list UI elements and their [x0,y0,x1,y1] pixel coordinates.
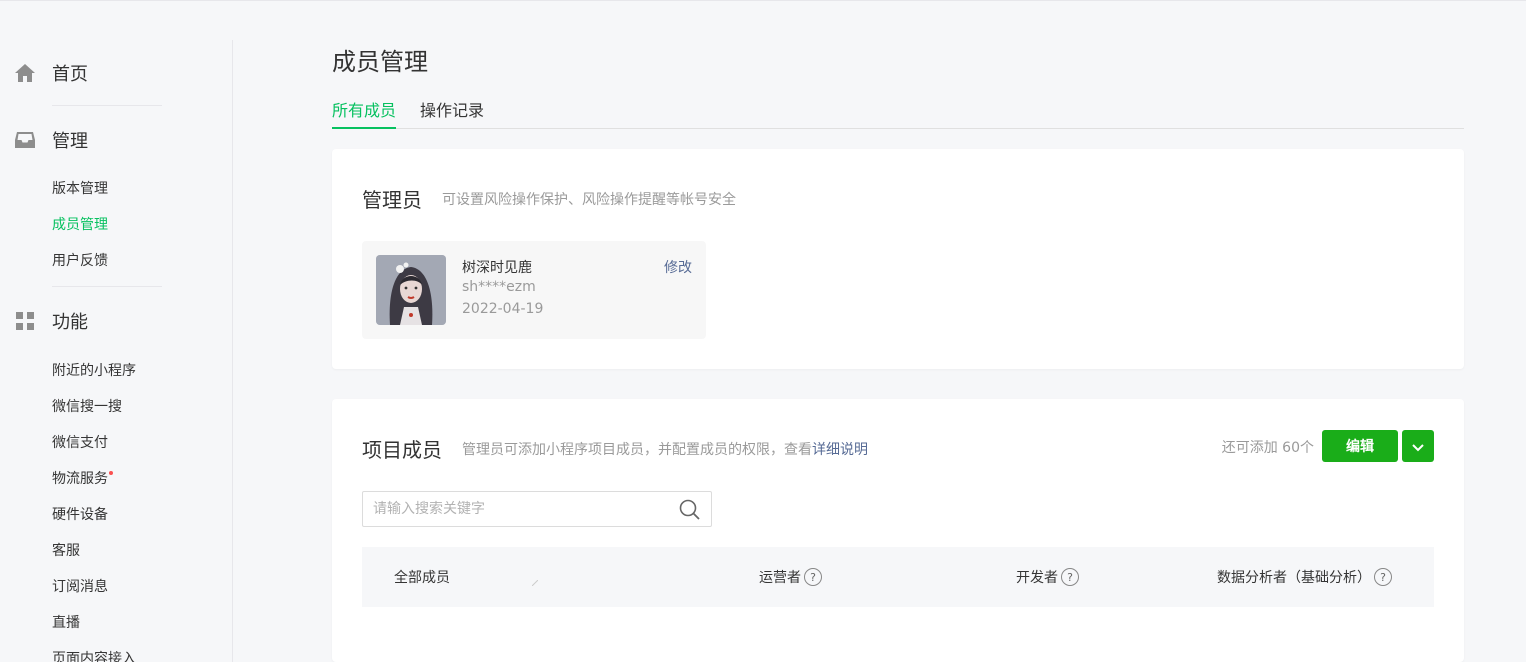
members-desc-text: 管理员可添加小程序项目成员，并配置成员的权限，查看 [462,442,812,458]
column-operator: 运营者 ? [759,567,822,587]
column-all-members[interactable]: 全部成员 [394,567,450,587]
members-section-desc: 管理员可添加小程序项目成员，并配置成员的权限，查看详细说明 [462,439,868,459]
dropdown-button[interactable] [1402,430,1434,462]
sidebar-item-pay[interactable]: 微信支付 [52,433,108,453]
sidebar-item-service[interactable]: 客服 [52,541,80,561]
sidebar-item-version[interactable]: 版本管理 [52,179,108,199]
sidebar-item-logistics[interactable]: 物流服务 [52,469,113,489]
column-label: 数据分析者（基础分析） [1217,570,1371,586]
sidebar-item-live[interactable]: 直播 [52,613,80,633]
remaining-count: 还可添加 60个 [1221,440,1314,456]
members-table-header: 全部成员 运营者 ? 开发者 ? 数据分析者（基础分析） ? [362,547,1434,607]
column-label: 开发者 [1016,570,1058,586]
avatar [376,255,446,325]
details-link[interactable]: 详细说明 [812,442,868,458]
divider [52,286,162,287]
admin-card: 管理员 可设置风险操作保护、风险操作提醒等帐号安全 树深时见鹿 sh****ez… [332,149,1464,369]
help-icon[interactable]: ? [1061,568,1079,586]
column-developer: 开发者 ? [1016,567,1079,587]
sidebar-item-search[interactable]: 微信搜一搜 [52,397,122,417]
sidebar-item-hardware[interactable]: 硬件设备 [52,505,108,525]
page-title: 成员管理 [332,48,428,76]
divider [52,105,162,106]
admin-account: sh****ezm [462,279,536,295]
chevron-down-icon [1412,437,1424,456]
help-icon[interactable]: ? [1374,568,1392,586]
nav-home-label: 首页 [52,64,88,85]
tab-bar: 所有成员 操作记录 [332,100,1464,129]
admin-edit-link[interactable]: 修改 [664,257,692,277]
members-card: 项目成员 管理员可添加小程序项目成员，并配置成员的权限，查看详细说明 还可添加 … [332,399,1464,662]
nav-features[interactable]: 功能 [14,304,88,338]
nav-manage[interactable]: 管理 [14,123,88,157]
sidebar-item-nearby[interactable]: 附近的小程序 [52,361,136,381]
sidebar-item-content[interactable]: 页面内容接入 [52,649,136,662]
tab-all-members[interactable]: 所有成员 [332,100,396,129]
home-icon [14,62,36,84]
search-input[interactable] [363,492,663,526]
admin-info-box: 树深时见鹿 sh****ezm 2022-04-19 修改 [362,241,706,339]
sort-tick-icon [531,571,539,587]
admin-section-desc: 可设置风险操作保护、风险操作提醒等帐号安全 [442,192,736,208]
admin-name: 树深时见鹿 [462,260,532,276]
search-icon[interactable] [679,499,701,521]
column-label: 运营者 [759,570,801,586]
admin-section-title: 管理员 [362,188,422,212]
sidebar: 首页 管理 版本管理 成员管理 用户反馈 功能 附近的小程序 微信搜一搜 微信支… [0,40,233,662]
members-section-title: 项目成员 [362,438,442,462]
sidebar-item-feedback[interactable]: 用户反馈 [52,251,108,271]
nav-manage-label: 管理 [52,131,88,152]
sidebar-item-subscribe[interactable]: 订阅消息 [52,577,108,597]
inbox-icon [14,129,36,151]
top-border [0,0,1526,1]
nav-home[interactable]: 首页 [14,56,88,90]
admin-date: 2022-04-19 [462,301,544,317]
tab-operation-log[interactable]: 操作记录 [420,100,484,129]
notification-dot [109,471,113,475]
edit-button[interactable]: 编辑 [1322,430,1398,462]
sidebar-item-members[interactable]: 成员管理 [52,215,108,235]
column-data-analyst: 数据分析者（基础分析） ? [1217,567,1392,587]
help-icon[interactable]: ? [804,568,822,586]
grid-icon [14,310,36,332]
search-box [362,491,712,527]
sidebar-item-label: 物流服务 [52,471,108,487]
nav-features-label: 功能 [52,312,88,333]
